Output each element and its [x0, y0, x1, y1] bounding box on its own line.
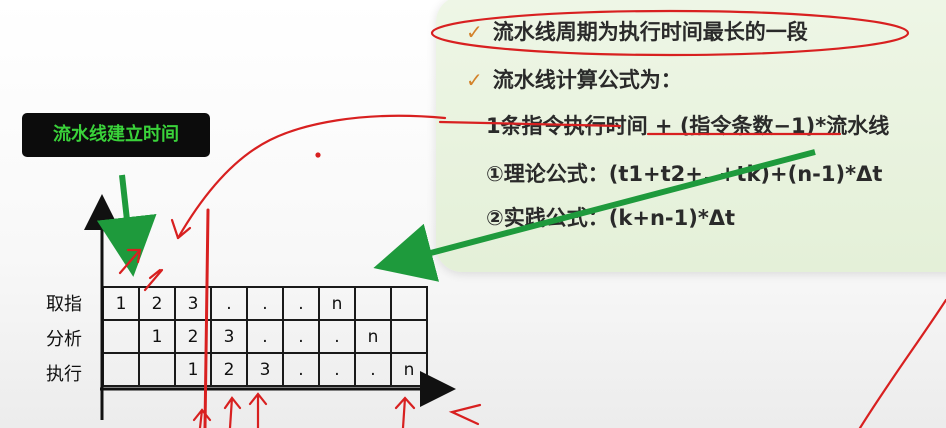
dot-mark-icon	[315, 152, 321, 158]
timeline-marker-icon	[203, 208, 210, 428]
arrowhead-icon	[248, 392, 268, 428]
handwritten-annotations	[118, 9, 946, 428]
arrowhead-icon	[192, 408, 212, 428]
arrowhead-icon	[394, 396, 416, 428]
annotation-overlay	[84, 9, 946, 428]
formula-pointer-arrow-icon	[373, 149, 816, 282]
arrowhead-icon	[223, 396, 242, 428]
arrowhead-icon	[448, 403, 482, 426]
curved-arrow-icon	[176, 114, 447, 240]
highlight-ellipse-icon	[430, 9, 910, 57]
arrowhead-icon	[143, 268, 164, 292]
label-pointer-arrow-icon	[96, 174, 157, 277]
slide-canvas: ✓ 流水线周期为执行时间最长的一段 ✓ 流水线计算公式为： 1条指令执行时间 + (…	[0, 0, 946, 428]
underline-stroke-icon	[438, 120, 622, 128]
curve-stroke-icon	[858, 298, 946, 428]
